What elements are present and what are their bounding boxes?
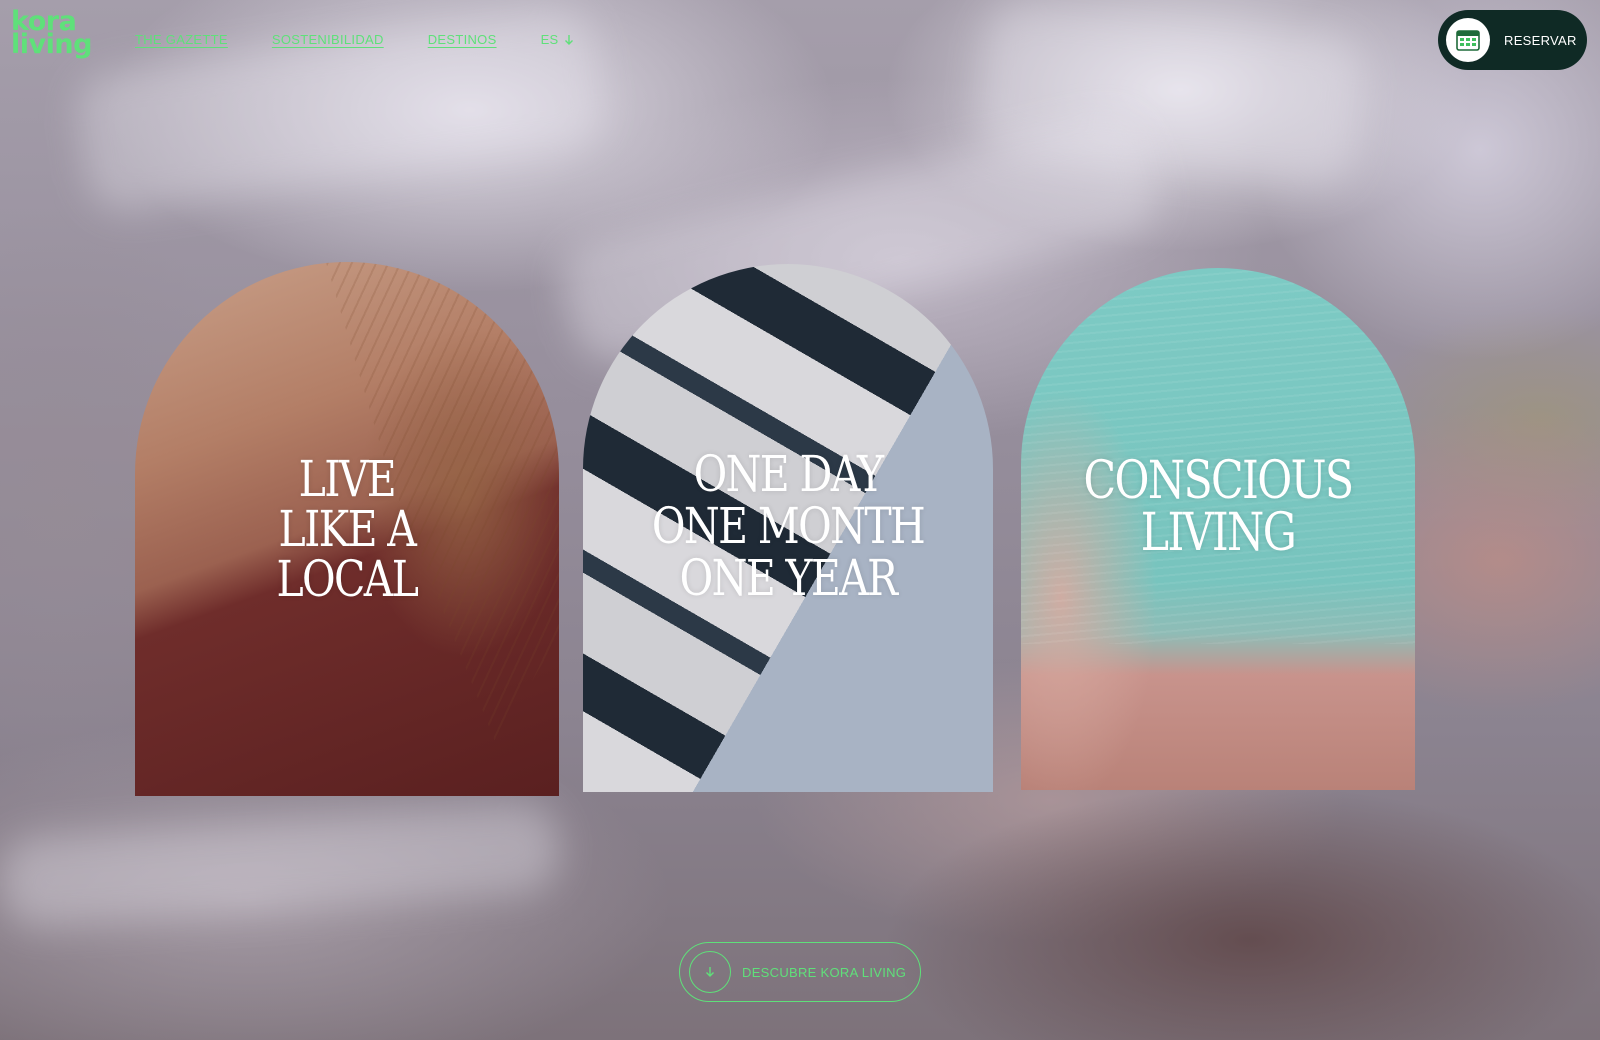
- arch-title-line: ONE MONTH: [651, 497, 926, 555]
- arch-title: CONSCIOUS LIVING: [1083, 450, 1355, 563]
- arch-title-line: LIVE: [298, 450, 397, 508]
- nav-link-the-gazette[interactable]: THE GAZETTE: [135, 32, 228, 47]
- discover-kora-living-button[interactable]: DESCUBRE KORA LIVING: [679, 942, 921, 1002]
- logo-line-2: living: [11, 29, 92, 60]
- arch-title: ONE DAY ONE MONTH ONE YEAR: [651, 445, 926, 607]
- arch-card-conscious-living[interactable]: CONSCIOUS LIVING: [1021, 268, 1415, 790]
- nav-link-destinos[interactable]: DESTINOS: [428, 32, 497, 47]
- arch-title-line: ONE YEAR: [679, 549, 898, 607]
- arch-title-line: LIKE A: [278, 500, 417, 558]
- language-label: ES: [540, 32, 559, 47]
- kora-living-logo[interactable]: kora living: [11, 8, 92, 60]
- reserve-button[interactable]: RESERVAR: [1438, 10, 1587, 70]
- arch-title-line: ONE DAY: [693, 445, 884, 503]
- language-selector[interactable]: ES: [541, 32, 574, 47]
- arrow-down-icon: [689, 951, 731, 993]
- arch-title-line: CONSCIOUS: [1083, 450, 1355, 511]
- arch-card-live-like-a-local[interactable]: LIVE LIKE A LOCAL: [135, 262, 559, 796]
- arch-title-line: LOCAL: [276, 550, 419, 608]
- discover-label: DESCUBRE KORA LIVING: [742, 964, 907, 980]
- arch-card-one-day-one-month-one-year[interactable]: ONE DAY ONE MONTH ONE YEAR: [583, 264, 993, 792]
- arch-title: LIVE LIKE A LOCAL: [276, 450, 419, 608]
- calendar-icon: [1446, 18, 1490, 62]
- arrow-down-icon: [564, 34, 573, 45]
- arch-title-line: LIVING: [1140, 502, 1297, 563]
- reserve-label: RESERVAR: [1504, 32, 1577, 48]
- main-nav: THE GAZETTE SOSTENIBILIDAD DESTINOS ES: [135, 32, 574, 47]
- nav-link-sostenibilidad[interactable]: SOSTENIBILIDAD: [272, 32, 384, 47]
